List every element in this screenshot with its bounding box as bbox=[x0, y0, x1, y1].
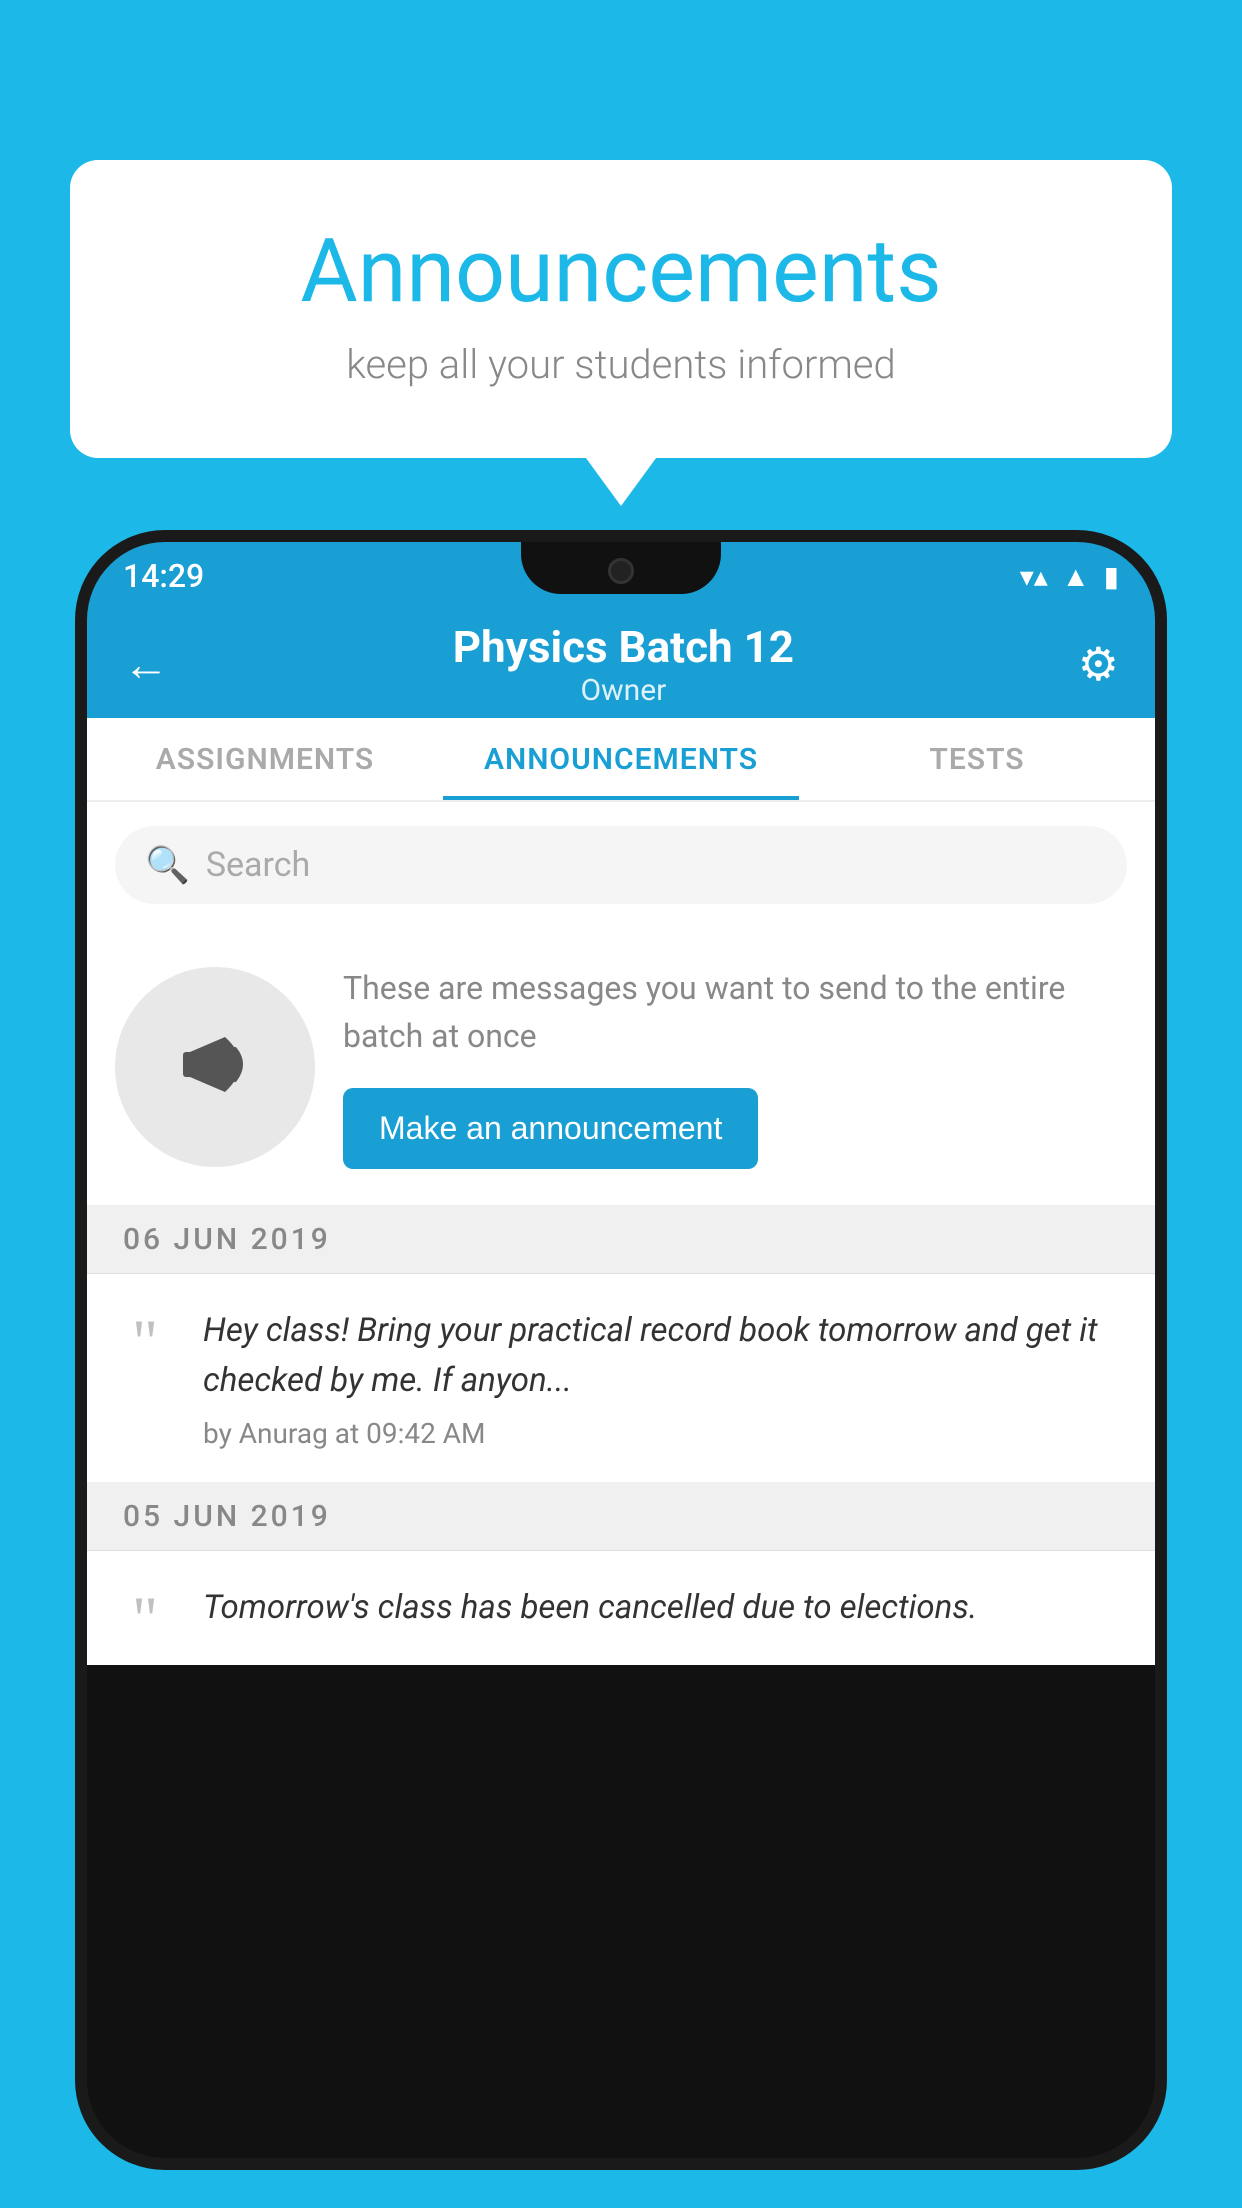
bubble-subtitle: keep all your students informed bbox=[150, 341, 1092, 388]
speech-bubble: Announcements keep all your students inf… bbox=[70, 160, 1172, 458]
tab-announcements[interactable]: ANNOUNCEMENTS bbox=[443, 718, 799, 800]
make-announcement-button[interactable]: Make an announcement bbox=[343, 1088, 758, 1169]
header-subtitle: Owner bbox=[169, 673, 1078, 708]
phone-content: 🔍 Search bbox=[87, 802, 1155, 1665]
phone-mockup: 14:29 ▾▴ ▲ ▮ ← Physics Batch 12 Owner ⚙ … bbox=[75, 530, 1167, 2170]
announcement-text-area-2: Tomorrow's class has been cancelled due … bbox=[203, 1583, 1127, 1645]
volume-up-button bbox=[75, 802, 81, 882]
tab-tests[interactable]: TESTS bbox=[799, 718, 1155, 800]
settings-icon[interactable]: ⚙ bbox=[1078, 637, 1119, 692]
announcement-text-area-1: Hey class! Bring your practical record b… bbox=[203, 1306, 1127, 1450]
announcement-text-2: Tomorrow's class has been cancelled due … bbox=[203, 1583, 1127, 1633]
bubble-title: Announcements bbox=[150, 220, 1092, 323]
date-separator-2: 05 JUN 2019 bbox=[87, 1483, 1155, 1551]
header-title: Physics Batch 12 bbox=[169, 621, 1078, 673]
announcement-text-1: Hey class! Bring your practical record b… bbox=[203, 1306, 1127, 1405]
back-button[interactable]: ← bbox=[123, 637, 169, 692]
search-icon: 🔍 bbox=[145, 844, 190, 886]
search-bar[interactable]: 🔍 Search bbox=[115, 826, 1127, 904]
search-container: 🔍 Search bbox=[87, 802, 1155, 928]
phone-notch bbox=[521, 542, 721, 594]
volume-down-button bbox=[75, 902, 81, 982]
wifi-icon: ▾▴ bbox=[1020, 560, 1048, 593]
status-icons: ▾▴ ▲ ▮ bbox=[1020, 560, 1119, 593]
speech-bubble-area: Announcements keep all your students inf… bbox=[70, 160, 1172, 458]
status-time: 14:29 bbox=[123, 557, 204, 595]
announcement-meta-1: by Anurag at 09:42 AM bbox=[203, 1417, 1127, 1450]
battery-icon: ▮ bbox=[1104, 560, 1119, 593]
promo-description: These are messages you want to send to t… bbox=[343, 964, 1127, 1060]
announcement-item-1: " Hey class! Bring your practical record… bbox=[87, 1274, 1155, 1483]
power-button bbox=[1161, 852, 1167, 962]
tabs-bar: ASSIGNMENTS ANNOUNCEMENTS TESTS bbox=[87, 718, 1155, 802]
header-title-area: Physics Batch 12 Owner bbox=[169, 621, 1078, 708]
promo-icon-circle bbox=[115, 967, 315, 1167]
promo-right: These are messages you want to send to t… bbox=[343, 964, 1127, 1169]
quote-icon-1: " bbox=[115, 1316, 175, 1367]
megaphone-icon bbox=[165, 1017, 265, 1117]
announcement-item-2: " Tomorrow's class has been cancelled du… bbox=[87, 1551, 1155, 1665]
search-placeholder: Search bbox=[206, 845, 310, 885]
phone-camera bbox=[608, 558, 634, 584]
app-header: ← Physics Batch 12 Owner ⚙ bbox=[87, 610, 1155, 718]
phone-wrapper: 14:29 ▾▴ ▲ ▮ ← Physics Batch 12 Owner ⚙ … bbox=[75, 530, 1167, 2208]
announcement-promo: These are messages you want to send to t… bbox=[87, 928, 1155, 1206]
signal-icon: ▲ bbox=[1062, 560, 1090, 593]
tab-assignments[interactable]: ASSIGNMENTS bbox=[87, 718, 443, 800]
date-separator-1: 06 JUN 2019 bbox=[87, 1206, 1155, 1274]
quote-icon-2: " bbox=[115, 1593, 175, 1644]
